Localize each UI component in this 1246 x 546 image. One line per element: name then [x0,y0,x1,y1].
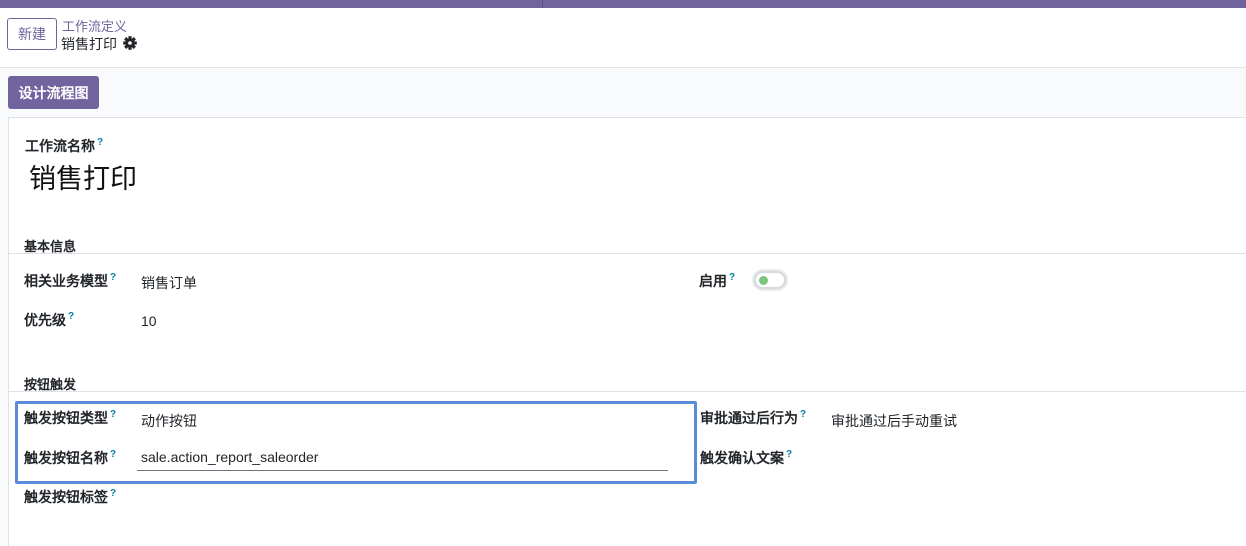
after-approve-label-text: 审批通过后行为 [700,410,798,426]
control-panel: 新建 工作流定义 销售打印 [0,8,1246,68]
breadcrumb-parent-link[interactable]: 工作流定义 [62,16,127,35]
help-tooltip-icon[interactable]: ? [110,488,116,499]
help-tooltip-icon[interactable]: ? [110,272,116,283]
design-flowchart-button[interactable]: 设计流程图 [8,76,99,109]
section-separator [9,391,1246,392]
help-tooltip-icon[interactable]: ? [110,409,116,420]
workflow-name-label-text: 工作流名称 [25,138,95,154]
help-tooltip-icon[interactable]: ? [786,449,792,460]
after-approve-label: 审批通过后行为? [700,408,806,428]
help-tooltip-icon[interactable]: ? [729,272,735,283]
trigger-type-label: 触发按钮类型? [24,408,116,428]
section-separator [9,253,1246,254]
trigger-tag-label: 触发按钮标签? [24,487,116,507]
help-tooltip-icon[interactable]: ? [97,137,103,148]
active-label: 启用? [699,271,735,291]
confirm-text-label: 触发确认文案? [700,448,792,468]
help-tooltip-icon[interactable]: ? [110,449,116,460]
top-navbar [0,0,1246,8]
trigger-name-label-text: 触发按钮名称 [24,450,108,466]
help-tooltip-icon[interactable]: ? [68,311,74,322]
after-approve-value[interactable]: 审批通过后手动重试 [831,411,957,431]
breadcrumb-current: 销售打印 [61,36,117,52]
priority-label: 优先级? [24,310,74,330]
confirm-text-label-text: 触发确认文案 [700,450,784,466]
trigger-name-label: 触发按钮名称? [24,448,116,468]
workflow-name-value[interactable]: 销售打印 [29,157,137,196]
trigger-type-label-text: 触发按钮类型 [24,410,108,426]
form-sheet [8,117,1246,546]
workflow-name-label: 工作流名称? [25,136,103,156]
active-toggle[interactable] [754,271,786,289]
model-label: 相关业务模型? [24,271,116,291]
priority-label-text: 优先级 [24,312,66,328]
help-tooltip-icon[interactable]: ? [800,409,806,420]
toggle-knob [759,276,768,285]
model-label-text: 相关业务模型 [24,273,108,289]
trigger-type-value[interactable]: 动作按钮 [141,411,197,431]
navbar-divider [542,0,543,8]
active-label-text: 启用 [699,273,727,289]
gear-icon[interactable] [122,35,138,51]
priority-value[interactable]: 10 [141,313,157,329]
trigger-name-input[interactable]: sale.action_report_saleorder [137,449,668,471]
trigger-tag-label-text: 触发按钮标签 [24,489,108,505]
model-value[interactable]: 销售订单 [141,273,197,293]
new-button[interactable]: 新建 [7,18,57,50]
